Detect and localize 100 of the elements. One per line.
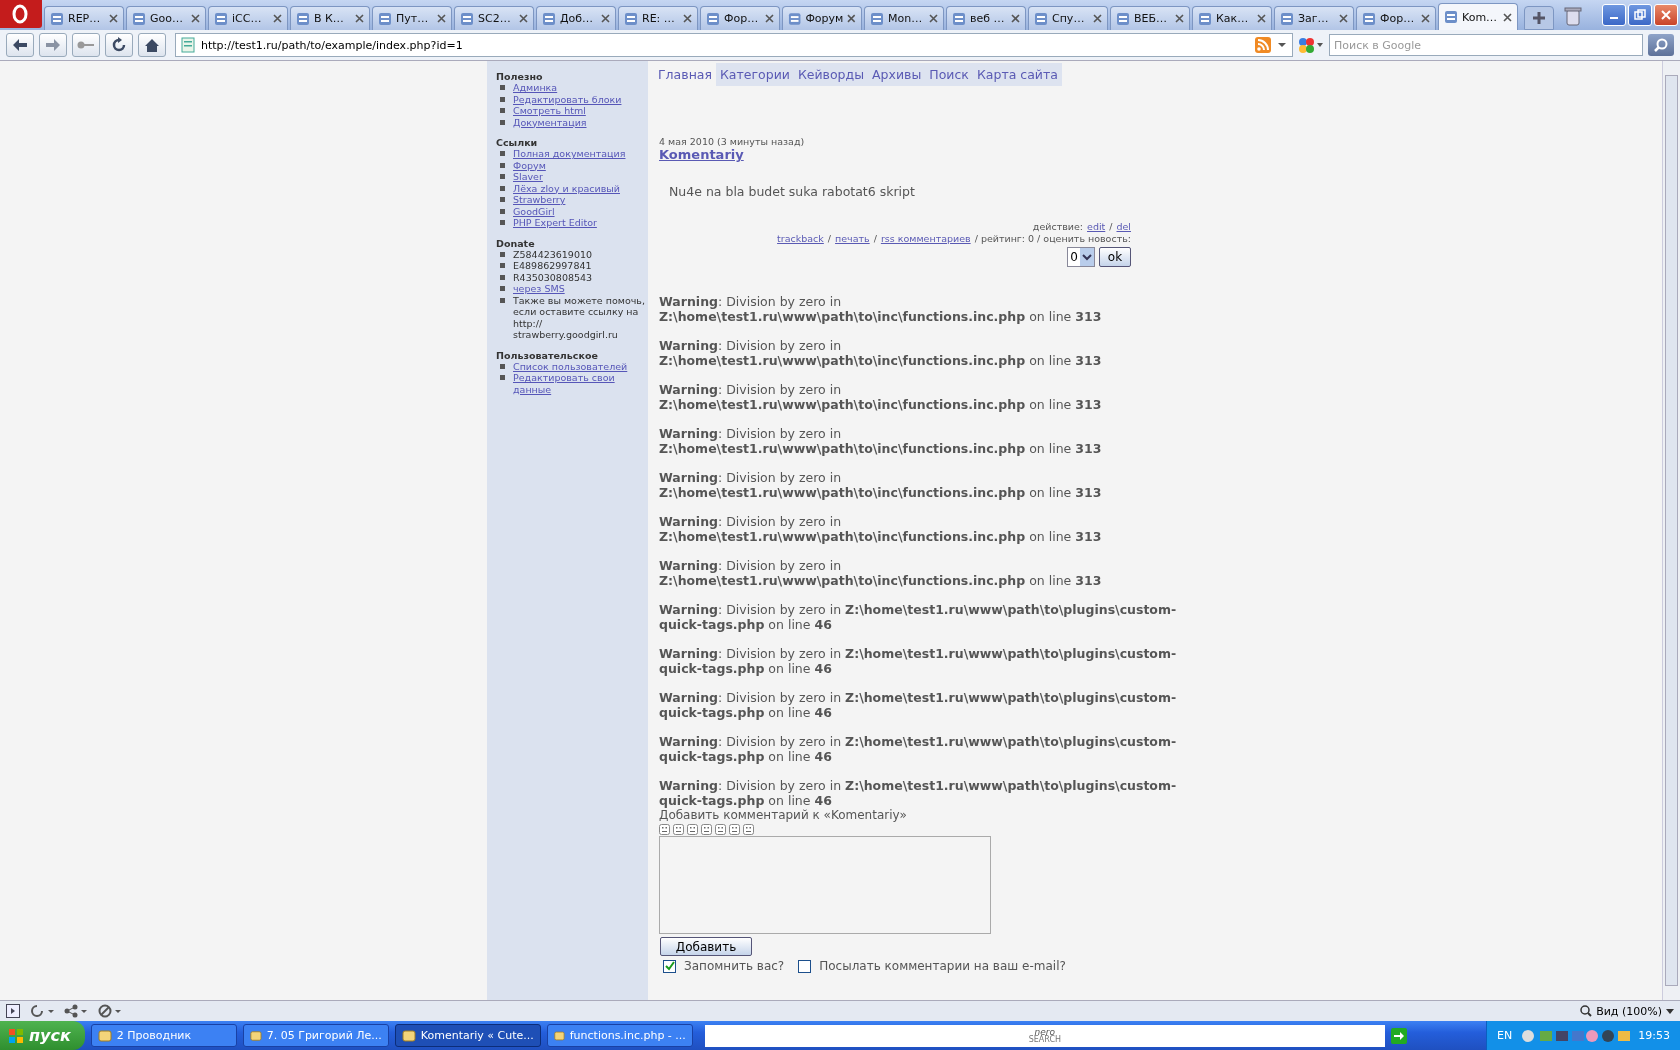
taskbar-button[interactable]: 7. 05 Григорий Ле... xyxy=(242,1024,389,1047)
close-icon[interactable] xyxy=(191,14,200,23)
close-icon[interactable] xyxy=(765,14,774,23)
smiley-icon[interactable] xyxy=(743,824,754,835)
close-icon[interactable] xyxy=(519,14,528,23)
taskbar-button[interactable]: 2 Проводник xyxy=(90,1024,237,1047)
nav-link[interactable]: Категории xyxy=(716,63,794,86)
browser-tab[interactable]: В К… xyxy=(290,6,370,30)
home-button[interactable] xyxy=(138,33,166,57)
sidebar-link[interactable]: Strawberry xyxy=(513,194,566,206)
smiley-icon[interactable] xyxy=(715,824,726,835)
opera-menu-button[interactable] xyxy=(0,0,42,28)
action-link[interactable]: del xyxy=(1116,221,1131,233)
sidebar-link[interactable]: Смотреть html xyxy=(513,105,586,117)
browser-tab[interactable]: RE: … xyxy=(618,6,698,30)
browser-tab[interactable]: Mon… xyxy=(864,6,944,30)
sidebar-link[interactable]: Лёха zloy и красивый xyxy=(513,182,620,194)
close-icon[interactable] xyxy=(109,14,118,23)
meta-link[interactable]: печать xyxy=(835,233,870,245)
sidebar-link[interactable]: Редактировать свои данные xyxy=(513,372,648,395)
forward-button[interactable] xyxy=(39,33,67,57)
start-button[interactable]: пуск xyxy=(0,1021,85,1050)
back-button[interactable] xyxy=(6,33,34,57)
smiley-icon[interactable] xyxy=(687,824,698,835)
browser-tab[interactable]: Как… xyxy=(1192,6,1272,30)
sidebar-link[interactable]: Форум xyxy=(513,159,546,171)
close-icon[interactable] xyxy=(683,14,692,23)
sidebar-link[interactable]: GoodGirl xyxy=(513,205,555,217)
meta-link[interactable]: rss комментариев xyxy=(880,233,971,245)
close-icon[interactable] xyxy=(1175,14,1184,23)
nav-link[interactable]: Главная xyxy=(654,63,716,86)
share-icon[interactable] xyxy=(64,1004,88,1018)
block-icon[interactable] xyxy=(98,1004,122,1018)
key-button[interactable] xyxy=(72,33,100,57)
browser-tab[interactable]: Goo… xyxy=(126,6,206,30)
nav-link[interactable]: Поиск xyxy=(925,63,973,86)
nav-link[interactable]: Карта сайта xyxy=(972,63,1062,86)
sidebar-link[interactable]: Документация xyxy=(513,116,587,128)
browser-tab[interactable]: Фор… xyxy=(700,6,780,30)
browser-tab[interactable]: ВЕБ… xyxy=(1110,6,1190,30)
browser-tab[interactable]: Kom… xyxy=(1438,3,1518,30)
smiley-icon[interactable] xyxy=(673,824,684,835)
close-icon[interactable] xyxy=(1093,14,1102,23)
reload-button[interactable] xyxy=(105,33,133,57)
smiley-icon[interactable] xyxy=(729,824,740,835)
action-link[interactable]: edit xyxy=(1087,221,1106,233)
close-icon[interactable] xyxy=(437,14,446,23)
taskbar-button[interactable]: Komentariy « Cute... xyxy=(394,1024,541,1047)
close-icon[interactable] xyxy=(847,14,856,23)
close-icon[interactable] xyxy=(1257,14,1266,23)
taskbar-button[interactable]: functions.inc.php - ... xyxy=(546,1024,693,1047)
sync-icon[interactable] xyxy=(30,1004,54,1018)
dropdown-arrow-icon[interactable] xyxy=(1277,42,1287,48)
browser-tab[interactable]: Форум xyxy=(782,6,862,30)
sidebar-link[interactable]: Админка xyxy=(513,82,558,94)
search-engine-icon[interactable] xyxy=(1298,37,1326,53)
browser-tab[interactable]: Спу… xyxy=(1028,6,1108,30)
close-icon[interactable] xyxy=(601,14,610,23)
meta-link[interactable]: trackback xyxy=(777,233,824,245)
close-icon[interactable] xyxy=(929,14,938,23)
scrollbar[interactable] xyxy=(1662,61,1680,1000)
language-indicator[interactable]: EN xyxy=(1497,1029,1513,1042)
browser-tab[interactable]: Заг… xyxy=(1274,6,1354,30)
search-bar[interactable]: nero SEARCH xyxy=(704,1024,1385,1047)
search-button[interactable] xyxy=(1648,34,1674,56)
sidebar-link[interactable]: Slaver xyxy=(513,171,543,183)
close-icon[interactable] xyxy=(273,14,282,23)
smiley-icon[interactable] xyxy=(659,824,670,835)
browser-tab[interactable]: Пут… xyxy=(372,6,452,30)
browser-tab[interactable]: iCC… xyxy=(208,6,288,30)
nav-link[interactable]: Архивы xyxy=(868,63,926,86)
browser-tab[interactable]: веб … xyxy=(946,6,1026,30)
sidebar-link[interactable]: PHP Expert Editor xyxy=(513,217,597,229)
new-tab-button[interactable] xyxy=(1524,6,1554,30)
trash-icon[interactable] xyxy=(1564,6,1582,26)
rating-select[interactable]: 0 xyxy=(1067,247,1095,267)
close-icon[interactable] xyxy=(1011,14,1020,23)
browser-tab[interactable]: Фор… xyxy=(1356,6,1436,30)
minimize-button[interactable] xyxy=(1602,4,1626,26)
sidebar-link[interactable]: Список пользователей xyxy=(513,360,628,372)
zoom-control[interactable]: Вид (100%) xyxy=(1580,1004,1674,1018)
checkbox[interactable] xyxy=(798,959,812,973)
maximize-button[interactable] xyxy=(1628,4,1652,26)
close-icon[interactable] xyxy=(1339,14,1348,23)
post-title-link[interactable]: Komentariy xyxy=(659,147,1187,162)
submit-button[interactable]: Добавить xyxy=(660,937,752,956)
sidebar-link[interactable]: Редактировать блоки xyxy=(513,93,622,105)
close-button[interactable] xyxy=(1654,4,1678,26)
sidebar-link[interactable]: через SMS xyxy=(513,283,565,295)
close-icon[interactable] xyxy=(355,14,364,23)
browser-tab[interactable]: REP… xyxy=(44,6,124,30)
panel-toggle-icon[interactable] xyxy=(6,1004,20,1018)
sidebar-link[interactable]: Полная документация xyxy=(513,148,626,160)
search-field[interactable]: Поиск в Google xyxy=(1329,34,1643,56)
ok-button[interactable]: ok xyxy=(1099,247,1131,267)
nav-link[interactable]: Кейворды xyxy=(793,63,869,86)
smiley-icon[interactable] xyxy=(701,824,712,835)
close-icon[interactable] xyxy=(1503,12,1512,22)
close-icon[interactable] xyxy=(1421,14,1430,23)
address-field[interactable]: http://test1.ru/path/to/example/index.php?id=1 xyxy=(175,33,1293,57)
